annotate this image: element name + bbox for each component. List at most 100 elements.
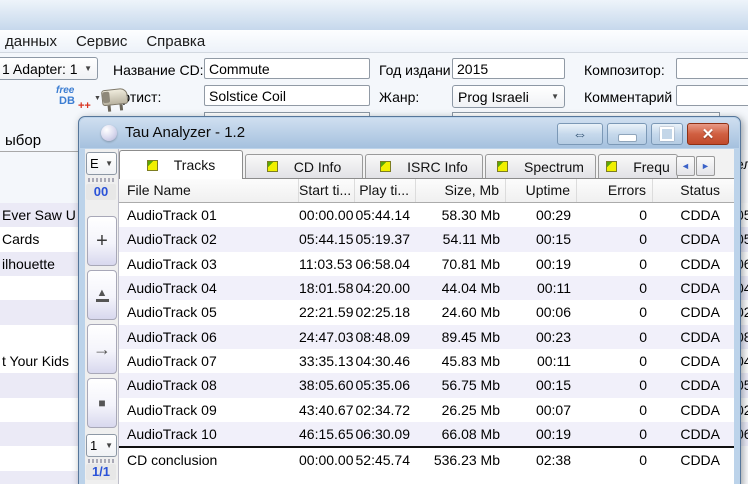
cell-play-time: 04:20.00: [355, 276, 416, 300]
list-item[interactable]: [0, 446, 80, 470]
list-item[interactable]: [0, 325, 80, 349]
cell-start-time: 24:47.03: [299, 325, 355, 349]
list-item[interactable]: [0, 422, 80, 446]
table-row[interactable]: AudioTrack 07 33:35.13 04:30.46 45.83 Mb…: [119, 349, 734, 373]
tab[interactable]: ISRC Info: [365, 154, 483, 178]
column-header[interactable]: Start ti...: [299, 179, 355, 202]
year-label: Год издани: [379, 62, 451, 78]
composer-input[interactable]: [676, 58, 748, 79]
list-item[interactable]: [0, 398, 80, 422]
toolbar-button[interactable]: →: [87, 324, 117, 374]
close-button[interactable]: ✕: [687, 123, 729, 145]
drive-select[interactable]: E ▼: [86, 152, 117, 175]
toolbar-button-icon: ▲: [96, 289, 109, 302]
toolbar-button[interactable]: ■: [87, 378, 117, 428]
comment-input[interactable]: [676, 85, 748, 106]
column-header[interactable]: Play ti...: [355, 179, 416, 202]
selection-tab-fragment[interactable]: ыбор: [5, 132, 41, 149]
table-row[interactable]: AudioTrack 09 43:40.67 02:34.72 26.25 Mb…: [119, 398, 734, 422]
cell-errors: 0: [577, 422, 653, 446]
toolbar-button[interactable]: ▲: [87, 270, 117, 320]
cell-errors: 0: [577, 203, 653, 227]
cell-status: CDDA: [653, 203, 734, 227]
list-item[interactable]: ilhouette: [0, 252, 80, 276]
cell-errors: 0: [577, 325, 653, 349]
menu-item[interactable]: Справка: [144, 32, 207, 51]
tab[interactable]: Frequ: [598, 154, 678, 178]
genre-select[interactable]: Prog Israeli ▼: [452, 85, 565, 108]
column-header[interactable]: Status: [653, 179, 734, 202]
tab-label: CD Info: [294, 159, 341, 175]
cell-uptime: 00:15: [506, 373, 577, 397]
tab-label: ISRC Info: [407, 159, 468, 175]
cell-uptime: 00:19: [506, 422, 577, 446]
menu-item[interactable]: данных: [3, 32, 59, 51]
tab[interactable]: CD Info: [245, 154, 363, 178]
list-item[interactable]: [0, 373, 80, 397]
menu-bar: данных Сервис Справка: [0, 30, 748, 53]
toolbar-button-icon: +: [96, 230, 108, 253]
cell-play-time: 06:30.09: [355, 422, 416, 446]
tab[interactable]: Spectrum: [485, 154, 596, 178]
column-header[interactable]: Errors: [577, 179, 653, 202]
page-select[interactable]: 1 ▼: [86, 434, 117, 457]
tab-icon: [147, 160, 158, 171]
cd-title-input[interactable]: [204, 58, 370, 79]
cell-file-name: AudioTrack 05: [119, 300, 299, 324]
table-row[interactable]: AudioTrack 04 18:01.58 04:20.00 44.04 Mb…: [119, 276, 734, 300]
genre-label: Жанр:: [379, 89, 419, 105]
track-counter: 00: [86, 184, 116, 200]
column-header[interactable]: File Name: [119, 179, 299, 202]
list-item[interactable]: Cards: [0, 227, 80, 251]
table-row[interactable]: AudioTrack 06 24:47.03 08:48.09 89.45 Mb…: [119, 325, 734, 349]
table-row[interactable]: AudioTrack 10 46:15.65 06:30.09 66.08 Mb…: [119, 422, 734, 446]
freedb-button[interactable]: free DB ++ ▼: [56, 86, 100, 116]
side-toolbar: E ▼ 00 + ▲ → ■ 1: [85, 149, 119, 484]
dialog-titlebar[interactable]: Tau Analyzer - 1.2 ⇔ ✕: [80, 118, 739, 148]
column-header[interactable]: Size, Mb: [416, 179, 506, 202]
mailbox-leg: [120, 104, 124, 110]
table-header[interactable]: File NameStart ti...Play ti...Size, MbUp…: [119, 179, 734, 203]
list-item[interactable]: [0, 471, 80, 484]
list-item[interactable]: [0, 300, 80, 324]
cell-file-name: CD conclusion: [119, 448, 299, 472]
cell-uptime: 00:15: [506, 227, 577, 251]
tab-bar: Tracks CD Info ISRC Info Spectrum Frequ: [119, 149, 734, 179]
list-item-label: ilhouette: [2, 256, 55, 272]
table-row[interactable]: AudioTrack 05 22:21.59 02:25.18 24.60 Mb…: [119, 300, 734, 324]
resize-button[interactable]: ⇔: [557, 123, 603, 145]
cell-file-name: AudioTrack 06: [119, 325, 299, 349]
cell-size: 44.04 Mb: [416, 276, 506, 300]
app-sphere-icon: [101, 125, 117, 141]
tab-icon: [380, 161, 391, 172]
tab-icon: [606, 161, 617, 172]
cell-uptime: 00:07: [506, 398, 577, 422]
panel-divider: [0, 151, 80, 152]
table-row[interactable]: AudioTrack 03 11:03.53 06:58.04 70.81 Mb…: [119, 252, 734, 276]
artist-input[interactable]: [204, 85, 370, 106]
list-item[interactable]: [0, 276, 80, 300]
screen: данныхСервисСправка 1 Adapter: 1 ▼ Назва…: [0, 0, 748, 484]
adapter-select[interactable]: 1 Adapter: 1 ▼: [0, 57, 98, 80]
mailbox-icon[interactable]: [99, 86, 132, 115]
tab[interactable]: Tracks: [119, 150, 243, 179]
menu-item[interactable]: Сервис: [74, 32, 129, 51]
column-header[interactable]: Uptime: [506, 179, 577, 202]
year-input[interactable]: [452, 58, 565, 79]
tab-scroll-right-button[interactable]: ►: [696, 156, 715, 176]
list-item[interactable]: Ever Saw U: [0, 203, 80, 227]
maximize-button[interactable]: [651, 123, 683, 145]
cell-size: 70.81 Mb: [416, 252, 506, 276]
table-row[interactable]: AudioTrack 02 05:44.15 05:19.37 54.11 Mb…: [119, 227, 734, 251]
arrow-left-icon: ◄: [681, 161, 690, 171]
list-item[interactable]: t Your Kids: [0, 349, 80, 373]
minimize-button[interactable]: [607, 123, 647, 145]
cell-play-time: 05:44.14: [355, 203, 416, 227]
cell-start-time: 22:21.59: [299, 300, 355, 324]
dropdown-icon: ▼: [105, 441, 113, 450]
toolbar-button[interactable]: +: [87, 216, 117, 266]
table-row[interactable]: AudioTrack 01 00:00.00 05:44.14 58.30 Mb…: [119, 203, 734, 227]
table-row[interactable]: AudioTrack 08 38:05.60 05:35.06 56.75 Mb…: [119, 373, 734, 397]
tab-scroll-left-button[interactable]: ◄: [676, 156, 695, 176]
summary-row[interactable]: CD conclusion 00:00.00 52:45.74 536.23 M…: [119, 448, 734, 472]
